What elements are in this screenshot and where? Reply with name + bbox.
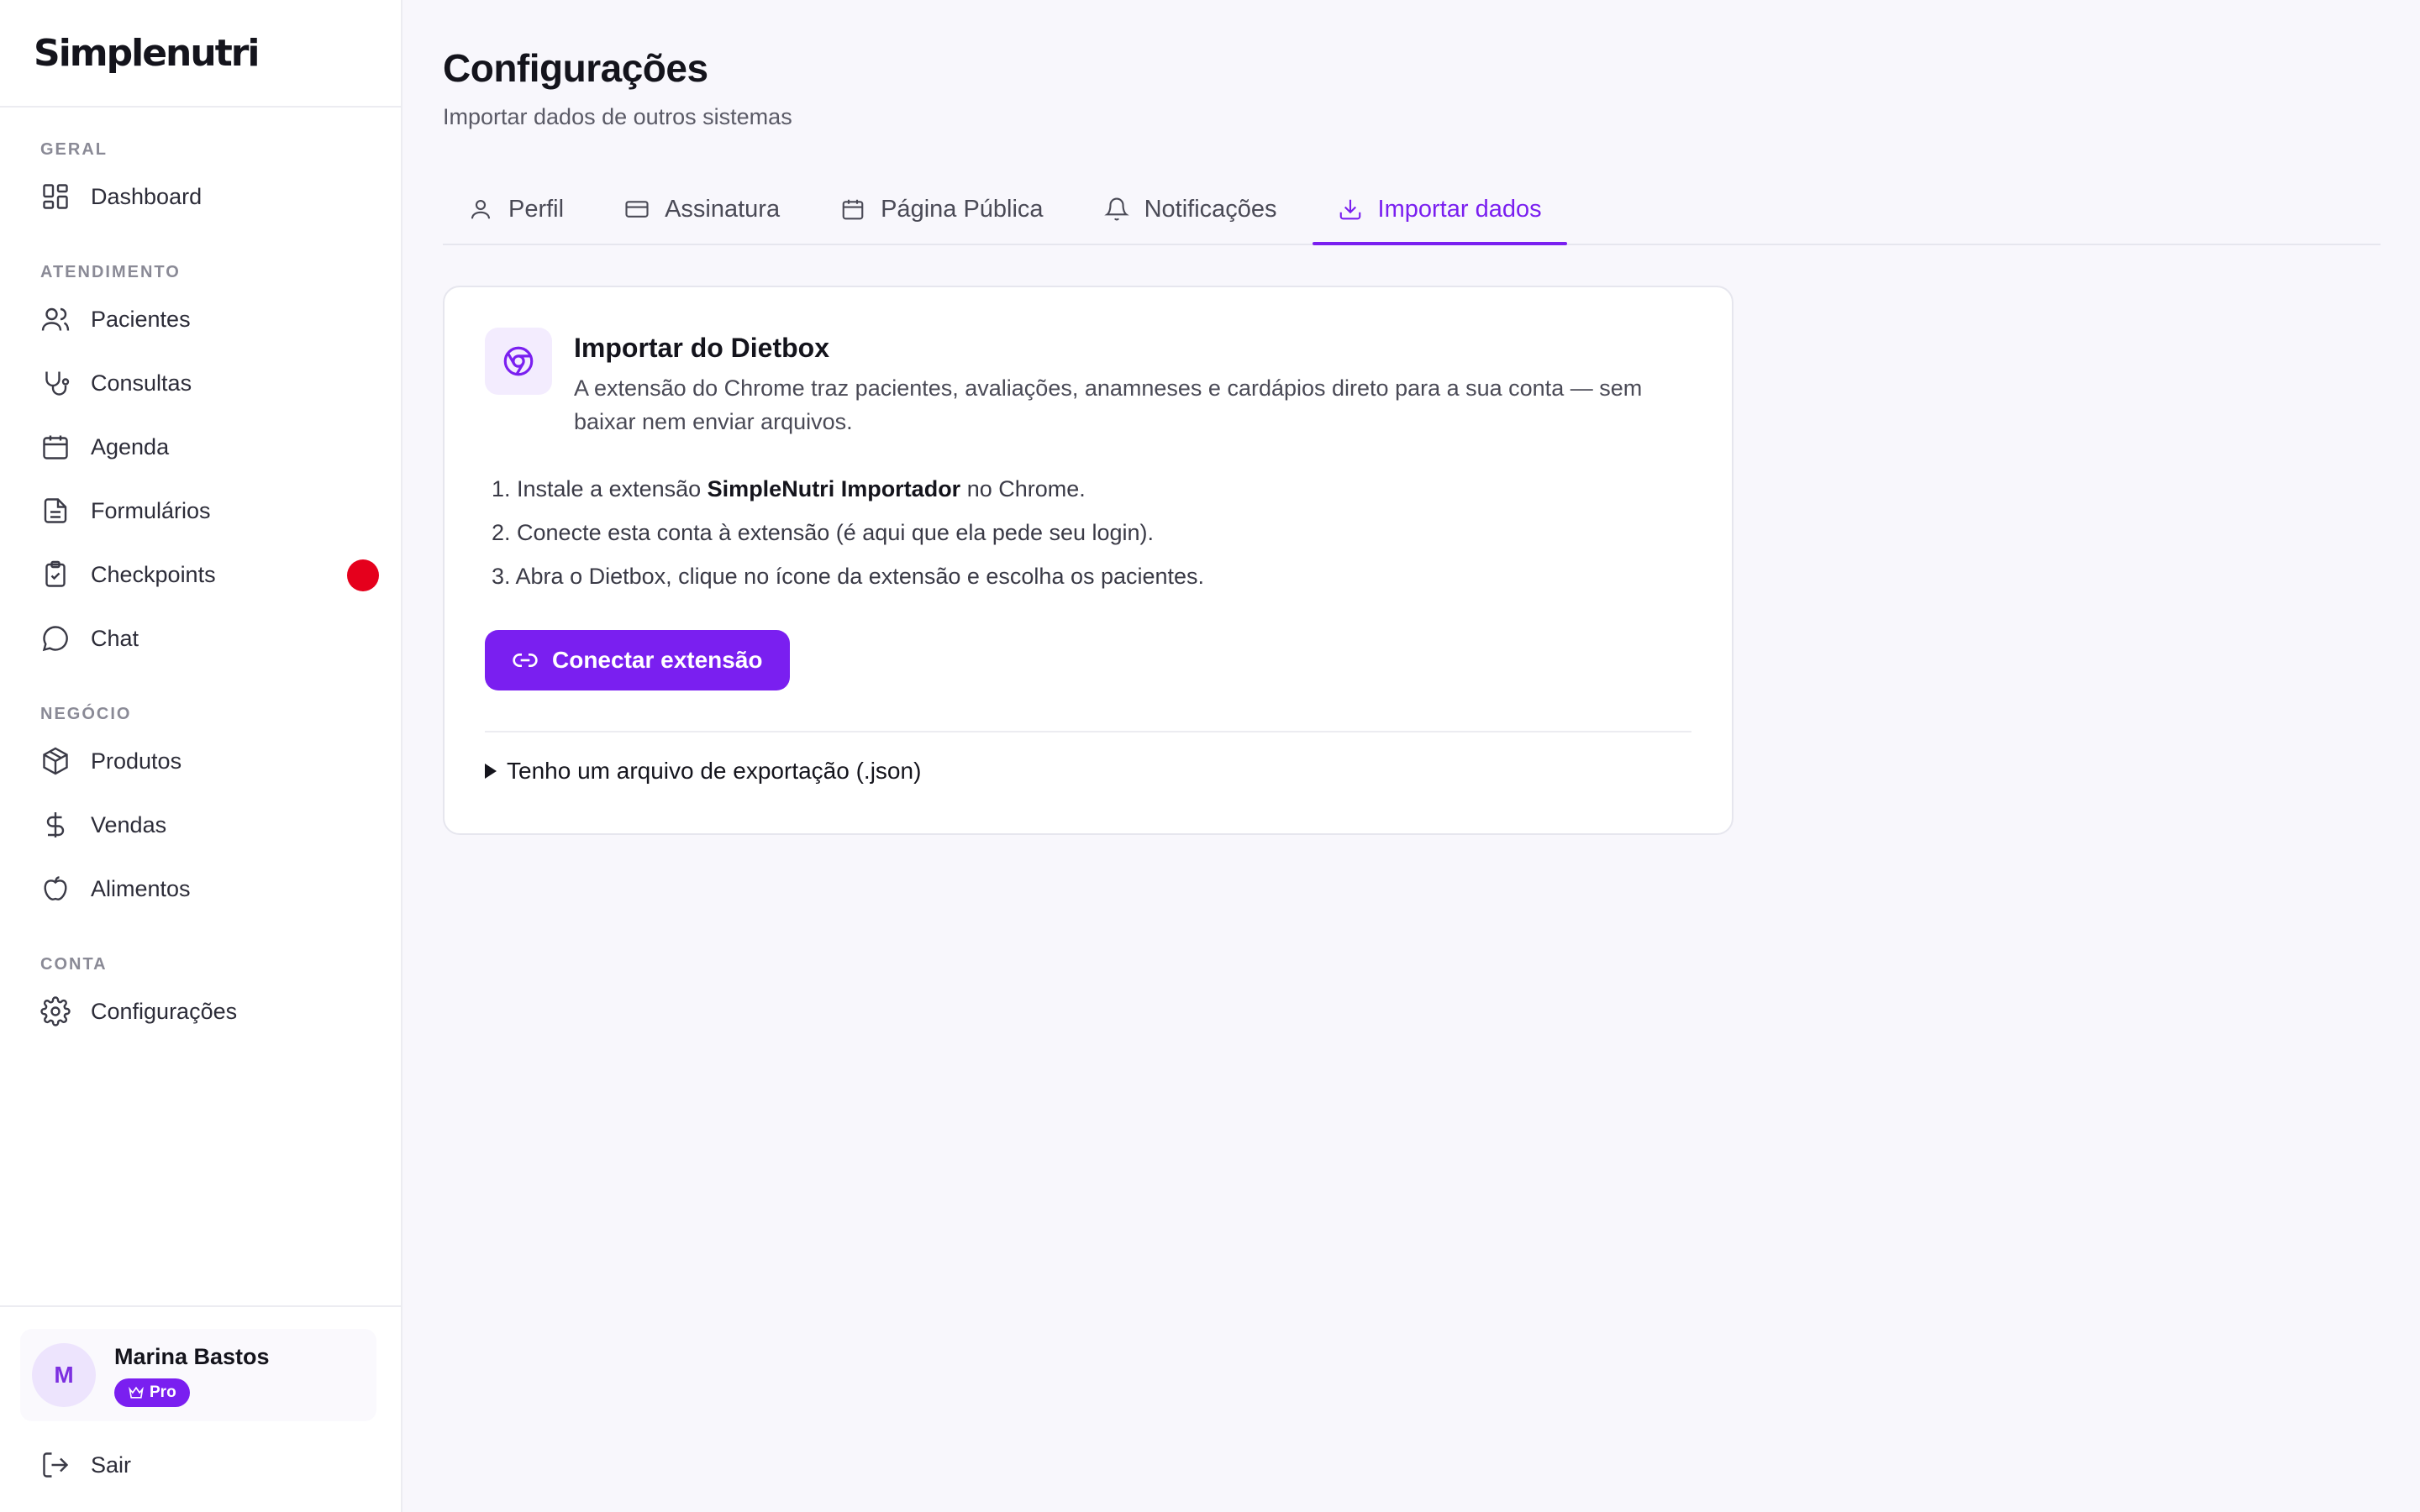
json-file-toggle[interactable]: Tenho um arquivo de exportação (.json) <box>485 758 921 785</box>
sidebar-item-vendas[interactable]: Vendas <box>0 793 379 857</box>
brand-logo[interactable]: Simplenutri <box>34 32 260 75</box>
page-title: Configurações <box>443 46 708 90</box>
user-card[interactable]: M Marina Bastos Pro <box>20 1329 376 1421</box>
calendar-icon <box>43 435 68 459</box>
tab-label: Notificações <box>1144 195 1277 223</box>
tab-label: Assinatura <box>665 195 781 223</box>
step-text: no Chrome. <box>960 476 1086 501</box>
sidebar-item-agenda[interactable]: Agenda <box>0 415 379 479</box>
apple-icon <box>44 876 67 900</box>
package-icon <box>43 747 68 775</box>
chat-icon <box>42 626 68 652</box>
sidebar-item-consultas[interactable]: Consultas <box>0 351 379 415</box>
list-item: 1. Instale a extensão SimpleNutri Import… <box>492 467 1204 511</box>
stethoscope-icon <box>45 371 70 396</box>
connect-extension-button[interactable]: Conectar extensão <box>485 630 790 690</box>
import-steps: 1. Instale a extensão SimpleNutri Import… <box>492 467 1204 598</box>
sidebar-item-produtos[interactable]: Produtos <box>0 729 379 793</box>
list-item: 3. Abra o Dietbox, clique no ícone da ex… <box>492 554 1204 598</box>
nav-section-conta: CONTA <box>40 955 108 974</box>
step-text: 3. Abra o Dietbox, clique no ícone da ex… <box>492 564 1205 589</box>
json-toggle-label: Tenho um arquivo de exportação (.json) <box>507 758 922 784</box>
tab-pagina-publica[interactable]: Página Pública <box>815 175 1068 244</box>
sidebar-item-label: Alimentos <box>91 875 191 901</box>
file-text-icon <box>44 498 67 523</box>
nav-section-negocio: NEGÓCIO <box>40 705 132 723</box>
tab-notificacoes[interactable]: Notificações <box>1079 175 1302 244</box>
bell-icon <box>1103 197 1129 221</box>
checkpoints-count-badge: 4 <box>347 559 379 591</box>
sidebar-item-formularios[interactable]: Formulários <box>0 479 379 543</box>
sidebar-item-label: Chat <box>91 625 139 651</box>
user-name: Marina Bastos <box>114 1343 270 1369</box>
divider <box>485 731 1691 732</box>
user-info: Marina Bastos Pro <box>114 1344 270 1407</box>
gear-icon <box>40 996 71 1026</box>
sidebar-nav: GERAL Dashboard ATENDIMENTO Pacientes Co… <box>0 108 401 1043</box>
sidebar-item-label: Dashboard <box>91 183 203 209</box>
sidebar-item-label: Formulários <box>91 497 211 523</box>
sidebar: Simplenutri GERAL Dashboard ATENDIMENTO … <box>0 0 402 1512</box>
link-icon <box>513 654 538 667</box>
settings-tabs: Perfil Assinatura Página Pública Notific… <box>443 175 2381 245</box>
sidebar-item-alimentos[interactable]: Alimentos <box>0 857 379 921</box>
logout-label: Sair <box>91 1452 132 1478</box>
sidebar-item-label: Vendas <box>91 811 167 837</box>
sidebar-footer: M Marina Bastos Pro Sair <box>0 1305 401 1512</box>
sidebar-item-label: Produtos <box>91 748 182 774</box>
tab-perfil[interactable]: Perfil <box>443 175 589 244</box>
crown-icon <box>129 1386 144 1399</box>
plan-badge: Pro <box>114 1378 190 1407</box>
sidebar-item-label: Checkpoints <box>91 561 216 587</box>
calendar-icon <box>842 199 864 220</box>
clipboard-check-icon <box>45 560 66 587</box>
tab-importar-dados[interactable]: Importar dados <box>1312 175 1567 245</box>
tab-label: Importar dados <box>1377 195 1542 223</box>
tab-label: Perfil <box>508 195 565 223</box>
sidebar-item-chat[interactable]: Chat <box>0 606 379 670</box>
caret-right-icon <box>485 764 497 779</box>
user-icon <box>471 199 491 219</box>
card-description: A extensão do Chrome traz pacientes, ava… <box>574 375 1643 434</box>
credit-card-icon <box>625 201 649 218</box>
tab-assinatura[interactable]: Assinatura <box>599 175 805 244</box>
step-bold: SimpleNutri Importador <box>707 476 961 501</box>
step-text: 1. Instale a extensão <box>492 476 708 501</box>
sidebar-item-checkpoints[interactable]: Checkpoints 4 <box>0 543 379 606</box>
sidebar-item-dashboard[interactable]: Dashboard <box>0 165 379 228</box>
sidebar-item-label: Configurações <box>91 998 238 1024</box>
step-text: 2. Conecte esta conta à extensão (é aqui… <box>492 520 1155 545</box>
download-icon <box>1339 199 1360 220</box>
sidebar-item-label: Consultas <box>91 370 192 396</box>
sidebar-item-label: Pacientes <box>91 306 191 332</box>
avatar: M <box>32 1343 96 1407</box>
connect-extension-label: Conectar extensão <box>552 647 763 673</box>
sidebar-item-pacientes[interactable]: Pacientes <box>0 287 379 351</box>
main-content: Configurações Importar dados de outros s… <box>402 0 2420 1512</box>
plan-label: Pro <box>150 1383 176 1401</box>
nav-section-geral: GERAL <box>40 140 108 159</box>
users-icon <box>41 307 70 331</box>
card-icon-box <box>485 328 552 395</box>
list-item: 2. Conecte esta conta à extensão (é aqui… <box>492 511 1204 554</box>
logout-button[interactable]: Sair <box>40 1441 131 1488</box>
card-title: Importar do Dietbox <box>574 333 830 363</box>
sidebar-item-configuracoes[interactable]: Configurações <box>0 979 379 1043</box>
nav-section-atendimento: ATENDIMENTO <box>40 263 181 281</box>
tab-label: Página Pública <box>881 195 1044 223</box>
logout-icon <box>43 1452 69 1478</box>
dashboard-icon <box>43 184 68 209</box>
import-dietbox-card: Importar do Dietbox A extensão do Chrome… <box>443 286 1733 835</box>
dollar-icon <box>46 812 65 837</box>
sidebar-item-label: Agenda <box>91 433 170 459</box>
chrome-icon <box>503 346 534 376</box>
logo-row: Simplenutri <box>0 0 401 108</box>
page-subtitle: Importar dados de outros sistemas <box>443 104 792 129</box>
